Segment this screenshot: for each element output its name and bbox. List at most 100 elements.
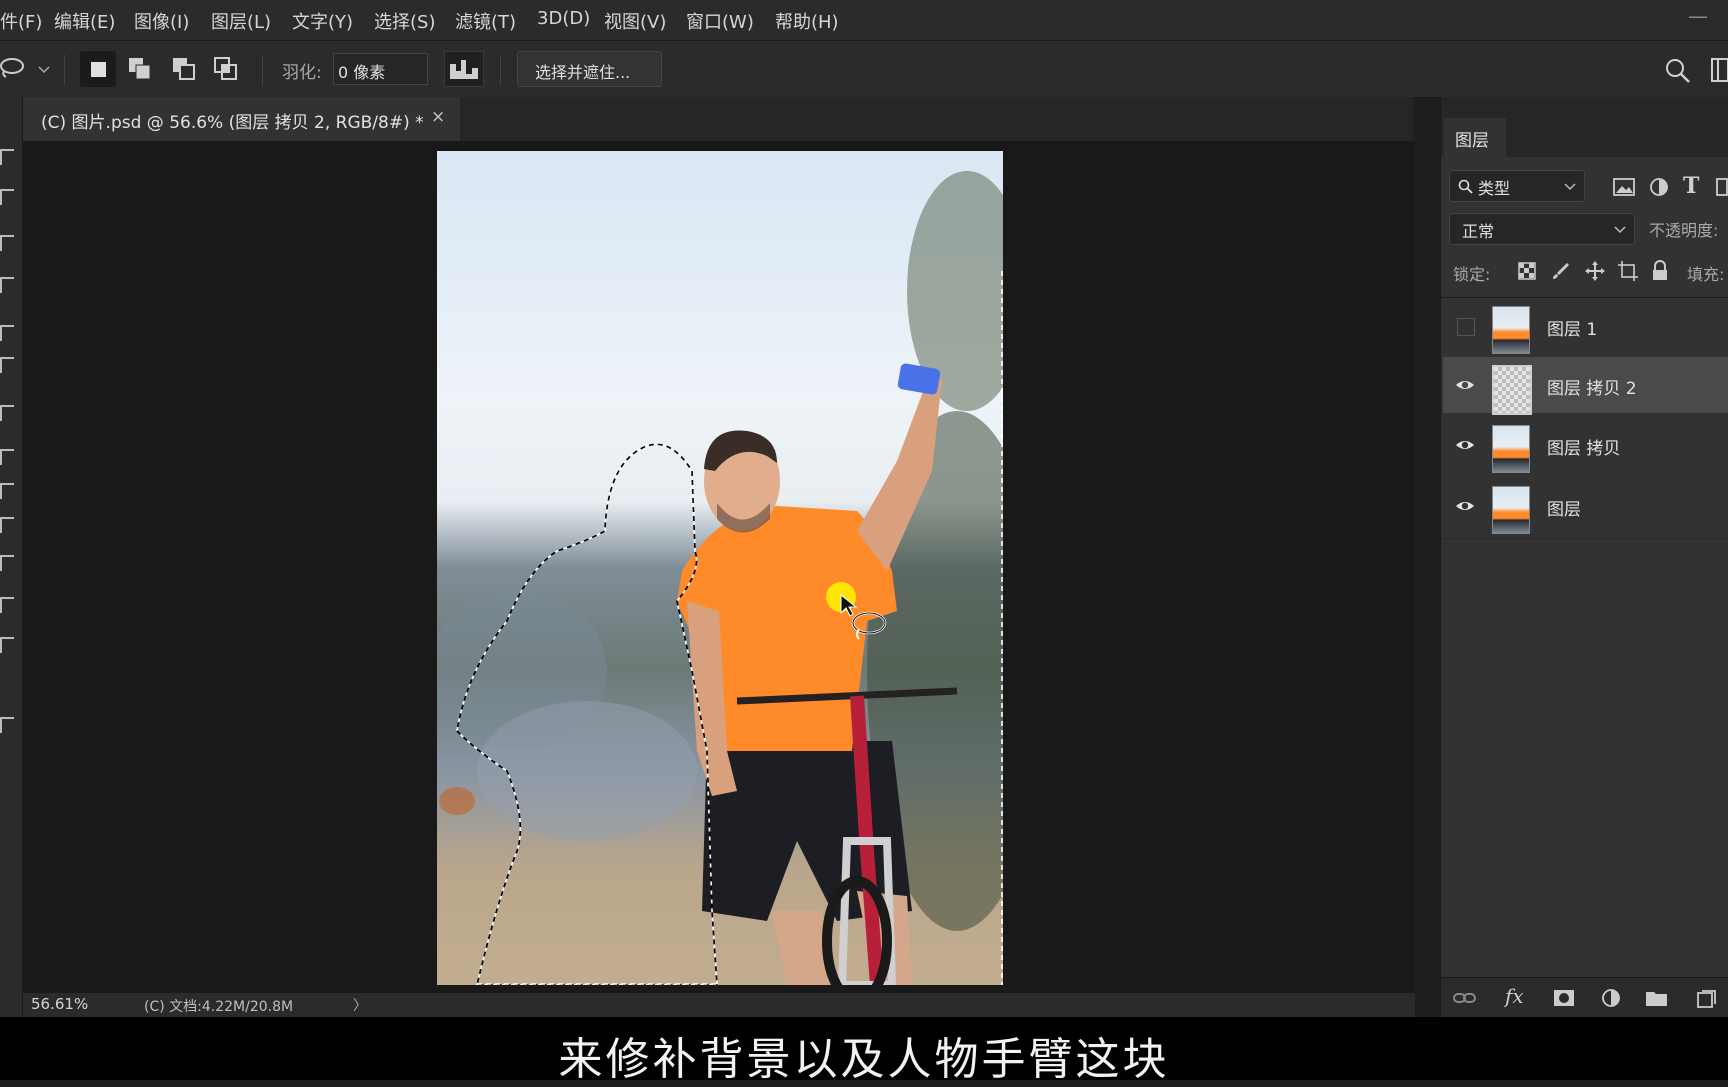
healing-tool-icon[interactable]: [0, 325, 14, 341]
select-and-mask-label: 选择并遮住...: [535, 63, 631, 82]
lock-artboard-icon[interactable]: [1617, 260, 1639, 282]
menu-window[interactable]: 窗口(W): [686, 8, 754, 34]
marquee-tool-icon[interactable]: [0, 149, 14, 165]
visibility-toggle-off[interactable]: [1457, 318, 1475, 336]
document-info: (C) 文档:4.22M/20.8M: [144, 999, 294, 1015]
select-and-mask-button[interactable]: 选择并遮住...: [517, 51, 662, 87]
chevron-down-icon: [1614, 226, 1626, 234]
menu-type[interactable]: 文字(Y): [292, 8, 353, 34]
add-to-selection-button[interactable]: [122, 51, 158, 87]
eye-icon[interactable]: [1455, 496, 1475, 516]
gradient-tool-icon[interactable]: [0, 517, 14, 533]
menu-3d[interactable]: 3D(D): [537, 8, 590, 29]
menu-help[interactable]: 帮助(H): [775, 8, 839, 34]
layer-thumbnail: [1492, 425, 1530, 473]
new-selection-icon: [91, 62, 106, 77]
eyedropper-tool-icon[interactable]: [0, 277, 14, 293]
fill-label: 填充:: [1687, 265, 1725, 284]
layer-thumbnail: [1492, 306, 1530, 354]
layer-row[interactable]: 图层 拷贝: [1443, 417, 1728, 473]
eye-icon[interactable]: [1455, 375, 1475, 395]
layer-thumbnail: [1492, 486, 1530, 534]
layer-row-selected[interactable]: 图层 拷贝 2: [1443, 357, 1728, 415]
search-icon[interactable]: [1664, 57, 1692, 85]
menu-select[interactable]: 选择(S): [374, 8, 435, 34]
text-filter-icon[interactable]: T: [1683, 173, 1699, 199]
menu-layer[interactable]: 图层(L): [211, 8, 271, 34]
dodge-tool-icon[interactable]: [0, 555, 14, 571]
eye-icon[interactable]: [1455, 435, 1475, 455]
new-adjustment-layer-icon[interactable]: [1601, 988, 1621, 1008]
new-selection-button[interactable]: [80, 51, 116, 87]
menu-image[interactable]: 图像(I): [134, 8, 189, 34]
brush-tool-icon[interactable]: [0, 357, 14, 373]
link-layers-icon[interactable]: [1453, 988, 1477, 1008]
document-tab-bar: (C) 图片.psd @ 56.6% (图层 拷贝 2, RGB/8#) * ×: [23, 97, 1413, 141]
lock-all-icon[interactable]: [1651, 260, 1669, 282]
feather-label: 羽化:: [282, 63, 322, 83]
add-mask-icon[interactable]: [1553, 988, 1575, 1008]
feather-value: 0 像素: [338, 63, 386, 82]
lasso-icon[interactable]: [0, 57, 28, 79]
blend-mode-value: 正常: [1462, 222, 1495, 241]
subtract-selection-button[interactable]: [166, 51, 202, 87]
close-icon[interactable]: ×: [431, 107, 445, 127]
layers-panel: 图层 类型 T 正常 不透明度: 锁定: 填充: 图层 1 图层 拷贝 2 图层…: [1440, 97, 1728, 1018]
feather-input[interactable]: 0 像素: [333, 53, 428, 85]
layers-panel-footer: fx: [1441, 977, 1728, 1018]
minimize-icon[interactable]: —: [1688, 4, 1708, 28]
shape-filter-icon[interactable]: [1715, 177, 1728, 197]
tab-layers[interactable]: 图层: [1444, 118, 1506, 157]
subtract-selection-icon: [173, 58, 195, 80]
menu-view[interactable]: 视图(V): [604, 8, 666, 34]
document-tab-title: (C) 图片.psd @ 56.6% (图层 拷贝 2, RGB/8#) *: [41, 113, 424, 133]
layer-name: 图层 1: [1547, 320, 1598, 340]
filter-type-label: 类型: [1478, 179, 1511, 198]
video-subtitle: 来修补背景以及人物手臂这块: [558, 1034, 1170, 1085]
lock-label: 锁定:: [1453, 265, 1491, 284]
chevron-down-icon: [1564, 183, 1576, 191]
video-subtitle-bar: 来修补背景以及人物手臂这块: [0, 1017, 1728, 1085]
intersect-selection-icon: [214, 57, 237, 80]
zoom-level[interactable]: 56.61%: [31, 995, 88, 1013]
anti-alias-button[interactable]: [444, 51, 484, 87]
adjustment-filter-icon[interactable]: [1649, 177, 1669, 197]
tab-layers-label: 图层: [1455, 131, 1489, 151]
opacity-label: 不透明度:: [1649, 221, 1719, 240]
status-menu-arrow-icon[interactable]: 〉: [353, 995, 367, 1015]
layer-style-fx-icon[interactable]: fx: [1505, 984, 1524, 1008]
menu-file[interactable]: 件(F): [0, 8, 42, 34]
move-tool-icon[interactable]: [0, 189, 14, 205]
new-group-folder-icon[interactable]: [1645, 988, 1669, 1008]
layer-row[interactable]: 图层 1: [1443, 298, 1728, 354]
tools-panel: [0, 97, 23, 1017]
hand-tool-icon[interactable]: [0, 717, 14, 733]
canvas-area[interactable]: [23, 141, 1415, 993]
blend-mode-dropdown[interactable]: 正常: [1449, 213, 1635, 245]
lock-pixels-brush-icon[interactable]: [1551, 261, 1571, 281]
crop-tool-icon[interactable]: [0, 235, 14, 251]
image-filter-icon[interactable]: [1613, 177, 1635, 197]
layer-name: 图层 拷贝 2: [1547, 379, 1637, 399]
eraser-tool-icon[interactable]: [0, 483, 14, 499]
history-brush-tool-icon[interactable]: [0, 449, 14, 465]
type-tool-icon[interactable]: [0, 637, 14, 653]
layer-filter-dropdown[interactable]: 类型: [1449, 170, 1585, 202]
layer-name: 图层 拷贝: [1547, 439, 1621, 459]
new-layer-icon[interactable]: [1695, 988, 1717, 1010]
lock-position-move-icon[interactable]: [1583, 259, 1607, 283]
lock-transparent-icon[interactable]: [1517, 261, 1537, 281]
layer-thumbnail-transparent: [1492, 365, 1532, 415]
document-canvas[interactable]: [437, 151, 1003, 985]
pen-tool-icon[interactable]: [0, 597, 14, 613]
workspace-icon[interactable]: [1710, 57, 1728, 83]
intersect-selection-button[interactable]: [208, 51, 244, 87]
layer-row[interactable]: 图层: [1443, 478, 1728, 534]
menu-filter[interactable]: 滤镜(T): [455, 8, 516, 34]
search-icon: [1458, 179, 1473, 194]
menu-edit[interactable]: 编辑(E): [54, 8, 115, 34]
stamp-tool-icon[interactable]: [0, 405, 14, 421]
chevron-down-icon[interactable]: [38, 65, 50, 75]
document-tab[interactable]: (C) 图片.psd @ 56.6% (图层 拷贝 2, RGB/8#) * ×: [23, 97, 460, 141]
add-selection-icon: [129, 58, 151, 80]
